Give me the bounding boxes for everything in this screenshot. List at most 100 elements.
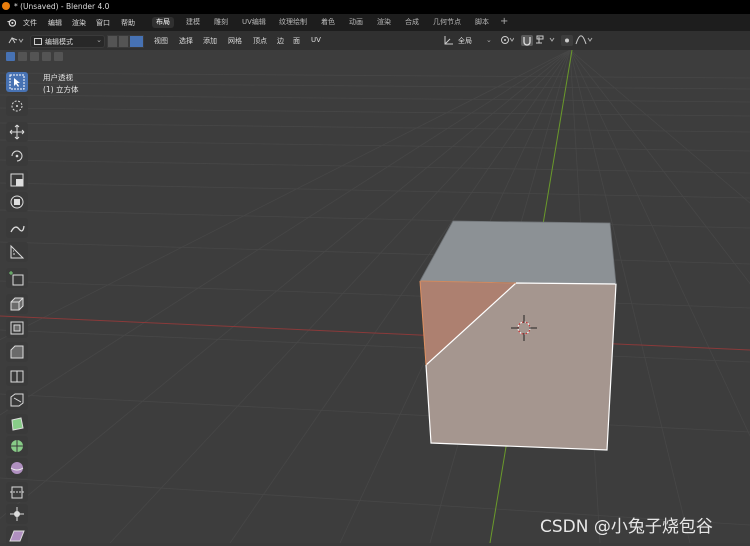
inset-icon [10, 321, 24, 335]
spin-icon [11, 440, 23, 452]
inset-faces-tool[interactable] [6, 318, 28, 338]
tab-texture-paint[interactable]: 纹理绘制 [275, 17, 311, 28]
transform-tool[interactable] [6, 192, 28, 212]
chevron-down-icon[interactable]: ⌄ [486, 36, 492, 44]
menu-uv[interactable]: UV [311, 36, 321, 44]
tab-animation[interactable]: 动画 [345, 17, 367, 28]
select-new-button[interactable] [6, 52, 15, 61]
menu-help[interactable]: 帮助 [121, 18, 135, 28]
menu-edge[interactable]: 边 [277, 36, 284, 46]
transform-icon [10, 195, 24, 209]
snap-target-icon[interactable] [535, 35, 557, 45]
transform-orientation-icon [444, 36, 453, 45]
object-name-label: (1) 立方体 [43, 85, 79, 94]
add-cube-icon [9, 271, 24, 286]
menu-face[interactable]: 面 [293, 36, 300, 46]
snap-toggle-button[interactable] [521, 35, 533, 46]
cursor-tool[interactable] [6, 96, 28, 116]
edge-slide-tool[interactable] [6, 482, 28, 502]
blender-logo-icon [2, 2, 10, 10]
knife-icon [10, 393, 24, 407]
shrink-fatten-tool[interactable] [6, 504, 28, 524]
shear-tool[interactable] [6, 526, 28, 546]
watermark-text: CSDN @小兔子烧包谷 [540, 517, 713, 537]
select-extend-button[interactable] [18, 52, 27, 61]
window-titlebar: * (Unsaved) - Blender 4.0 [0, 0, 750, 14]
mode-label: 编辑模式 [45, 38, 73, 46]
transform-orientation-dropdown[interactable]: 全局 [458, 36, 472, 46]
vertex-select-button[interactable] [107, 35, 118, 48]
edge-select-button[interactable] [118, 35, 129, 48]
menu-edit[interactable]: 编辑 [48, 18, 62, 28]
cube-mesh[interactable] [419, 220, 617, 451]
loop-cut-tool[interactable] [6, 366, 28, 386]
select-intersect-button[interactable] [54, 52, 63, 61]
cursor-icon [11, 100, 23, 112]
mode-dropdown[interactable]: 编辑模式 ⌄ [30, 35, 105, 48]
viewport-header: 编辑模式 ⌄ 视图 选择 添加 网格 顶点 边 面 UV 全局 ⌄ [0, 31, 750, 50]
tab-rendering[interactable]: 渲染 [373, 17, 395, 28]
shrink-fatten-icon [10, 507, 24, 521]
shear-icon [9, 530, 25, 542]
menu-render[interactable]: 渲染 [72, 18, 86, 28]
move-tool[interactable] [6, 122, 28, 142]
pivot-point-icon[interactable] [500, 35, 514, 45]
poly-build-tool[interactable] [6, 414, 28, 434]
view-name-label: 用户透视 [43, 73, 73, 82]
poly-build-icon [11, 417, 24, 431]
proportional-edit-button[interactable] [561, 35, 573, 46]
tab-layout[interactable]: 布局 [152, 17, 174, 28]
chevron-down-icon: ⌄ [96, 36, 102, 44]
tab-shading[interactable]: 着色 [317, 17, 339, 28]
smooth-tool[interactable] [6, 458, 28, 478]
magnet-icon [523, 37, 531, 46]
annotate-icon [10, 225, 25, 233]
bevel-icon [10, 345, 24, 359]
cube-top-face [420, 221, 616, 284]
rotate-icon [11, 150, 23, 162]
tab-uv-editing[interactable]: UV编辑 [238, 17, 270, 28]
falloff-icon[interactable] [575, 35, 593, 45]
select-box-icon [9, 74, 25, 90]
add-workspace-button[interactable]: + [496, 17, 512, 28]
tab-modeling[interactable]: 建模 [182, 17, 204, 28]
add-cube-tool[interactable] [6, 268, 28, 288]
viewport-3d[interactable] [0, 50, 750, 543]
move-icon [9, 124, 25, 140]
tab-scripting[interactable]: 脚本 [471, 17, 493, 28]
menu-mesh[interactable]: 网格 [228, 36, 242, 46]
editor-type-icon[interactable] [8, 36, 24, 45]
menu-add[interactable]: 添加 [203, 36, 217, 46]
scale-tool[interactable] [6, 170, 28, 190]
menu-select[interactable]: 选择 [179, 36, 193, 46]
blender-menu-icon[interactable] [7, 18, 16, 27]
select-subtract-button[interactable] [30, 52, 39, 61]
bevel-tool[interactable] [6, 342, 28, 362]
proportional-edit-icon [565, 38, 569, 43]
spin-tool[interactable] [6, 436, 28, 456]
edge-slide-icon [10, 486, 24, 499]
rotate-tool[interactable] [6, 146, 28, 166]
window-title: * (Unsaved) - Blender 4.0 [14, 2, 110, 11]
tab-geometry-nodes[interactable]: 几何节点 [429, 17, 465, 28]
menu-vertex[interactable]: 顶点 [253, 36, 267, 46]
select-invert-button[interactable] [42, 52, 51, 61]
menu-file[interactable]: 文件 [23, 18, 37, 28]
face-select-button[interactable] [129, 35, 144, 48]
extrude-icon [10, 297, 24, 311]
measure-tool[interactable] [6, 242, 28, 262]
annotate-tool[interactable] [6, 218, 28, 238]
loop-cut-icon [10, 370, 24, 383]
menu-view[interactable]: 视图 [154, 36, 168, 46]
tab-compositing[interactable]: 合成 [401, 17, 423, 28]
extrude-region-tool[interactable] [6, 294, 28, 314]
menu-window[interactable]: 窗口 [96, 18, 110, 28]
scale-icon [10, 173, 24, 187]
knife-tool[interactable] [6, 390, 28, 410]
edit-mode-icon [34, 38, 42, 45]
tab-sculpting[interactable]: 雕刻 [210, 17, 232, 28]
top-menubar: 文件 编辑 渲染 窗口 帮助 布局 建模 雕刻 UV编辑 纹理绘制 着色 动画 … [0, 14, 750, 31]
select-box-tool[interactable] [6, 72, 28, 92]
measure-icon [10, 244, 25, 259]
smooth-icon [10, 462, 24, 474]
